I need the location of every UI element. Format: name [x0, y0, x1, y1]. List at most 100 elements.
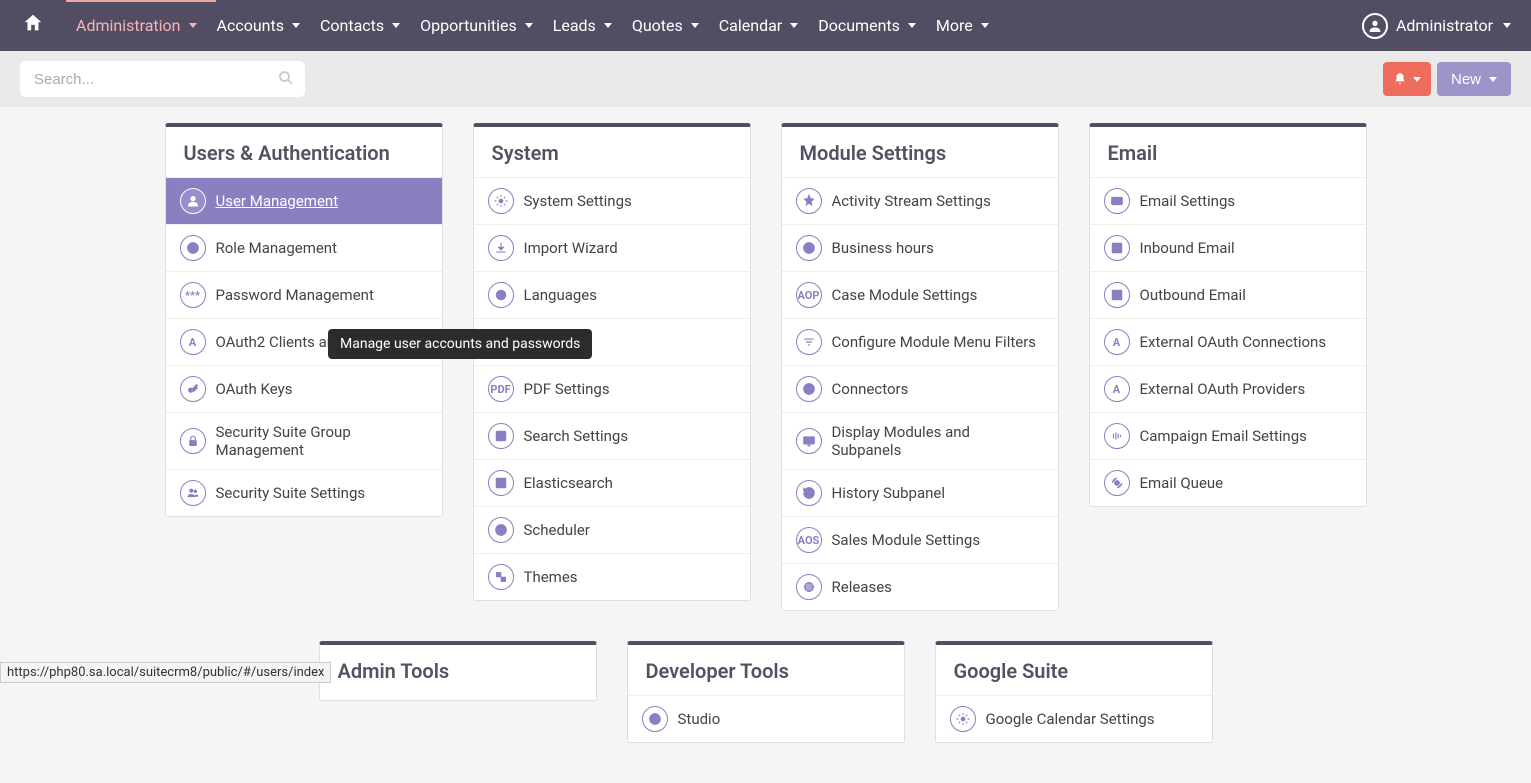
- scheduler-icon: [488, 517, 514, 543]
- chevron-down-icon: [1489, 77, 1497, 82]
- admin-link-display-modules-and-subpanels[interactable]: Display Modules and Subpanels: [782, 412, 1058, 469]
- panel-title: Admin Tools: [320, 645, 596, 695]
- admin-link-campaign-email-settings[interactable]: Campaign Email Settings: [1090, 412, 1366, 459]
- panel-title: Users & Authentication: [166, 127, 442, 177]
- panel-google-suite: Google SuiteGoogle Calendar Settings: [935, 641, 1213, 743]
- statusbar: https://php80.sa.local/suitecrm8/public/…: [0, 662, 331, 683]
- sub-toolbar: New: [0, 51, 1531, 107]
- admin-link-inbound-email[interactable]: Inbound Email: [1090, 224, 1366, 271]
- nav-item-label: Leads: [553, 16, 596, 35]
- nav-item-documents[interactable]: Documents: [808, 2, 926, 49]
- activity-icon: [796, 188, 822, 214]
- nav-item-accounts[interactable]: Accounts: [207, 2, 310, 49]
- admin-link-case-module-settings[interactable]: AOPCase Module Settings: [782, 271, 1058, 318]
- search-input[interactable]: [20, 61, 305, 97]
- nav-item-quotes[interactable]: Quotes: [622, 2, 709, 49]
- panel-title: Developer Tools: [628, 645, 904, 695]
- admin-link-scheduler[interactable]: Scheduler: [474, 506, 750, 553]
- admin-link-label: Email Settings: [1140, 192, 1236, 210]
- admin-link-email-settings[interactable]: Email Settings: [1090, 177, 1366, 224]
- admin-link-label: Configure Module Menu Filters: [832, 333, 1037, 351]
- main-nav: Administration Accounts Contacts Opportunit…: [66, 2, 999, 49]
- admin-link-studio[interactable]: Studio: [628, 695, 904, 742]
- admin-link-label: System Settings: [524, 192, 632, 210]
- admin-link-label: Campaign Email Settings: [1140, 427, 1307, 445]
- admin-link-oauth-keys[interactable]: OAuth Keys: [166, 365, 442, 412]
- user-icon: [180, 188, 206, 214]
- admin-link-security-suite-group-management[interactable]: Security Suite Group Management: [166, 412, 442, 469]
- admin-link-connectors[interactable]: Connectors: [782, 365, 1058, 412]
- key-icon: [180, 376, 206, 402]
- panel-admin-tools: Admin Tools: [319, 641, 597, 701]
- panel-title: Module Settings: [782, 127, 1058, 177]
- oauth2-icon: A: [180, 329, 206, 355]
- notifications-button[interactable]: [1383, 62, 1431, 96]
- nav-item-label: Contacts: [320, 16, 384, 35]
- admin-link-label: Connectors: [832, 380, 909, 398]
- admin-link-business-hours[interactable]: Business hours: [782, 224, 1058, 271]
- nav-item-contacts[interactable]: Contacts: [310, 2, 410, 49]
- admin-link-import-wizard[interactable]: Import Wizard: [474, 224, 750, 271]
- lock-icon: [180, 428, 206, 454]
- nav-item-label: Administration: [76, 16, 181, 35]
- chevron-down-icon: [790, 23, 798, 28]
- admin-link-label: Display Modules and Subpanels: [832, 423, 1044, 459]
- admin-link-google-calendar-settings[interactable]: Google Calendar Settings: [936, 695, 1212, 742]
- admin-link-outbound-email[interactable]: Outbound Email: [1090, 271, 1366, 318]
- admin-link-search-settings[interactable]: Search Settings: [474, 412, 750, 459]
- chevron-down-icon: [1503, 23, 1511, 28]
- clock-icon: [796, 235, 822, 261]
- admin-link-label: External OAuth Providers: [1140, 380, 1306, 398]
- admin-link-pdf-settings[interactable]: PDFPDF Settings: [474, 365, 750, 412]
- nav-item-calendar[interactable]: Calendar: [709, 2, 808, 49]
- admin-link-password-management[interactable]: ***Password Management: [166, 271, 442, 318]
- top-navbar: Administration Accounts Contacts Opportunit…: [0, 0, 1531, 51]
- panel-title: System: [474, 127, 750, 177]
- admin-link-history-subpanel[interactable]: History Subpanel: [782, 469, 1058, 516]
- nav-item-leads[interactable]: Leads: [543, 2, 622, 49]
- admin-link-label: Import Wizard: [524, 239, 618, 257]
- admin-link-role-management[interactable]: Role Management: [166, 224, 442, 271]
- nav-item-administration[interactable]: Administration: [66, 2, 207, 49]
- avatar-icon: [1362, 13, 1388, 39]
- gear-icon: [488, 188, 514, 214]
- admin-link-email-queue[interactable]: Email Queue: [1090, 459, 1366, 506]
- admin-link-user-management[interactable]: User Management: [166, 177, 442, 224]
- mail-icon: [1104, 188, 1130, 214]
- admin-link-external-oauth-providers[interactable]: AExternal OAuth Providers: [1090, 365, 1366, 412]
- panel-module-settings: Module SettingsActivity Stream SettingsB…: [781, 123, 1059, 611]
- chevron-down-icon: [908, 23, 916, 28]
- admin-link-label: Role Management: [216, 239, 338, 257]
- chevron-down-icon: [1413, 77, 1421, 82]
- studio-icon: [642, 706, 668, 732]
- admin-link-security-suite-settings[interactable]: Security Suite Settings: [166, 469, 442, 516]
- lang-icon: [488, 282, 514, 308]
- admin-link-themes[interactable]: Themes: [474, 553, 750, 600]
- nav-item-more[interactable]: More: [926, 2, 999, 49]
- admin-link-releases[interactable]: Releases: [782, 563, 1058, 610]
- new-button[interactable]: New: [1437, 62, 1511, 96]
- nav-item-label: Opportunities: [420, 16, 517, 35]
- admin-link-label: Sales Module Settings: [832, 531, 981, 549]
- admin-link-label: Google Calendar Settings: [986, 710, 1155, 728]
- admin-link-languages[interactable]: Languages: [474, 271, 750, 318]
- admin-link-external-oauth-connections[interactable]: AExternal OAuth Connections: [1090, 318, 1366, 365]
- chevron-down-icon: [525, 23, 533, 28]
- pdf-icon: PDF: [488, 376, 514, 402]
- admin-link-configure-module-menu-filters[interactable]: Configure Module Menu Filters: [782, 318, 1058, 365]
- nav-item-opportunities[interactable]: Opportunities: [410, 2, 543, 49]
- new-button-label: New: [1451, 71, 1481, 88]
- panel-system: System System Settings Import Wizard Langua…: [473, 123, 751, 601]
- admin-link-system-settings[interactable]: System Settings: [474, 177, 750, 224]
- nav-item-label: Quotes: [632, 16, 683, 35]
- filter-icon: [796, 329, 822, 355]
- admin-link-label: Search Settings: [524, 427, 629, 445]
- panel-email: Email Email Settings Inbound EmailOutbound…: [1089, 123, 1367, 507]
- admin-link-label: Studio: [678, 710, 721, 728]
- admin-link-sales-module-settings[interactable]: AOSSales Module Settings: [782, 516, 1058, 563]
- user-menu[interactable]: Administrator: [1362, 13, 1521, 39]
- panel-title: Email: [1090, 127, 1366, 177]
- home-button[interactable]: [10, 4, 56, 48]
- admin-link-elasticsearch[interactable]: Elasticsearch: [474, 459, 750, 506]
- admin-link-activity-stream-settings[interactable]: Activity Stream Settings: [782, 177, 1058, 224]
